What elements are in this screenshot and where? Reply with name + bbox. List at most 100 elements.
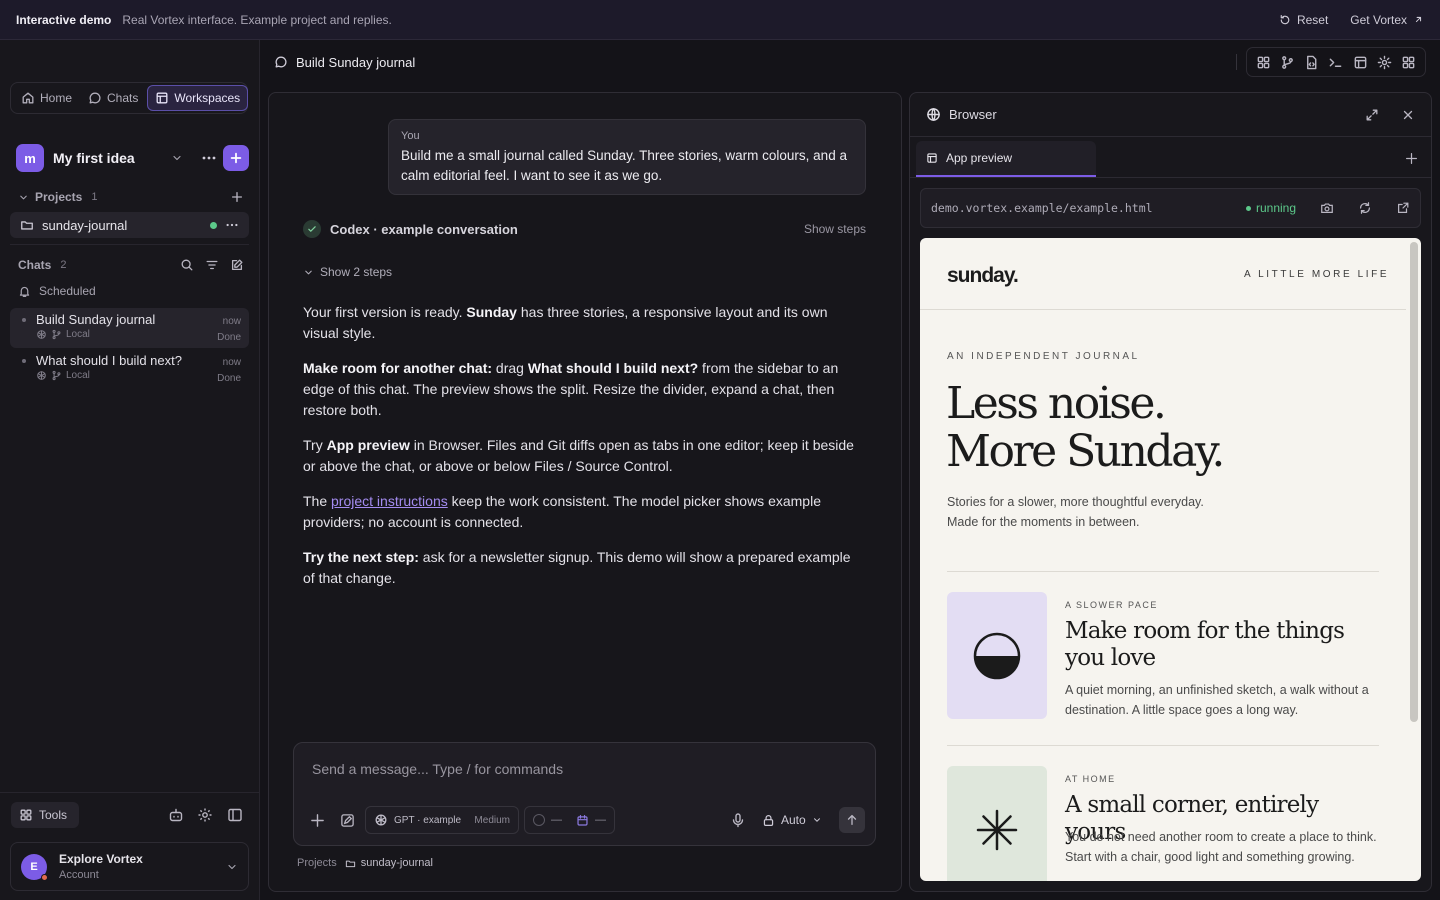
camera-icon[interactable] bbox=[1320, 201, 1334, 215]
unread-dot bbox=[22, 359, 26, 363]
status-badge: running bbox=[1245, 201, 1296, 215]
send-button[interactable] bbox=[839, 807, 865, 833]
new-button[interactable] bbox=[223, 145, 249, 171]
divider bbox=[920, 309, 1406, 310]
apps-icon[interactable] bbox=[1401, 55, 1416, 70]
tab-app-preview[interactable]: App preview bbox=[916, 141, 1096, 177]
site-logo[interactable]: sunday. bbox=[947, 264, 1019, 288]
external-arrow-icon bbox=[1415, 16, 1422, 23]
close-icon[interactable] bbox=[1401, 108, 1415, 122]
layout-icon bbox=[927, 153, 937, 163]
view-toolbar bbox=[1246, 47, 1426, 77]
scrollbar[interactable] bbox=[1410, 242, 1418, 722]
branch-icon bbox=[52, 370, 61, 381]
message-input[interactable]: Send a message... Type / for commands bbox=[312, 761, 563, 777]
url-text[interactable]: demo.vortex.example/example.html bbox=[931, 201, 1153, 215]
openai-icon bbox=[37, 371, 46, 380]
reply-paragraph: Your first version is ready. Sunday has … bbox=[303, 304, 828, 341]
divider bbox=[1236, 54, 1237, 70]
chats-header: Chats 2 bbox=[18, 258, 244, 272]
calendar-icon bbox=[577, 814, 588, 826]
more-icon[interactable] bbox=[225, 218, 239, 232]
edit-box-icon[interactable] bbox=[340, 813, 355, 828]
avatar: E bbox=[21, 853, 48, 881]
new-tab-icon[interactable] bbox=[1405, 152, 1418, 165]
steps-toggle[interactable]: Show 2 steps bbox=[303, 265, 392, 279]
nav-tabs: Home Chats Workspaces bbox=[10, 82, 249, 114]
breadcrumb-root[interactable]: Projects bbox=[297, 857, 337, 869]
open-external-icon[interactable] bbox=[1396, 201, 1410, 215]
address-bar[interactable]: demo.vortex.example/example.html running bbox=[920, 188, 1421, 228]
chat-title: Build Sunday journal bbox=[36, 312, 156, 327]
plus-icon[interactable] bbox=[310, 813, 325, 828]
gear-icon[interactable] bbox=[1377, 55, 1392, 70]
folder-icon bbox=[21, 221, 33, 230]
sidebar: Home Chats Workspaces m My first idea Pr… bbox=[0, 40, 260, 900]
folder-icon bbox=[345, 860, 355, 867]
asterisk-icon bbox=[976, 809, 1018, 850]
divider bbox=[910, 177, 1431, 178]
globe-icon bbox=[927, 108, 940, 121]
git-branch-icon[interactable] bbox=[1280, 55, 1295, 70]
filter-icon[interactable] bbox=[205, 258, 219, 272]
divider bbox=[947, 571, 1379, 572]
page-title: Build Sunday journal bbox=[296, 54, 416, 70]
demo-subtitle: Real Vortex interface. Example project a… bbox=[122, 12, 392, 27]
chat-title: What should I build next? bbox=[36, 353, 182, 368]
search-icon[interactable] bbox=[180, 258, 194, 272]
lock-icon bbox=[763, 814, 774, 826]
tools-button[interactable]: Tools bbox=[11, 802, 79, 828]
terminal-icon[interactable] bbox=[1328, 55, 1343, 70]
bot-icon[interactable] bbox=[168, 807, 184, 823]
sidebar-toggle-icon[interactable] bbox=[227, 807, 243, 823]
layout-icon bbox=[156, 92, 168, 104]
scheduled-item[interactable]: Scheduled bbox=[18, 284, 96, 298]
add-project-icon[interactable] bbox=[230, 190, 244, 204]
microphone-icon[interactable] bbox=[730, 812, 746, 828]
project-instructions-link[interactable]: project instructions bbox=[331, 493, 448, 509]
context-controls[interactable]: — — bbox=[524, 806, 615, 834]
tab-chats[interactable]: Chats bbox=[81, 85, 145, 111]
reset-button[interactable]: Reset bbox=[1279, 13, 1328, 27]
hero-lede: Stories for a slower, more thoughtful ev… bbox=[947, 495, 1204, 529]
account-name: Explore Vortex bbox=[59, 852, 143, 866]
workspace-name: My first idea bbox=[53, 150, 135, 166]
file-code-icon[interactable] bbox=[1304, 55, 1319, 70]
site-tagline: A LITTLE MORE LIFE bbox=[1244, 269, 1390, 280]
message-composer[interactable]: Send a message... Type / for commands GP… bbox=[293, 742, 876, 846]
grid-icon[interactable] bbox=[1256, 55, 1271, 70]
status-dot bbox=[210, 221, 217, 229]
tab-home[interactable]: Home bbox=[14, 85, 79, 111]
refresh-icon[interactable] bbox=[1358, 201, 1372, 215]
chat-item-build-sunday[interactable]: Build Sunday journal Local now Done bbox=[10, 308, 249, 348]
chevron-down-icon[interactable] bbox=[171, 152, 183, 164]
get-vortex-link[interactable]: Get Vortex bbox=[1350, 13, 1424, 27]
reset-icon bbox=[1280, 14, 1290, 24]
browser-header: Browser bbox=[910, 93, 1431, 137]
layout-icon[interactable] bbox=[1353, 55, 1368, 70]
app-preview-frame[interactable]: sunday. A LITTLE MORE LIFE AN INDEPENDEN… bbox=[920, 238, 1421, 881]
show-steps-link[interactable]: Show steps bbox=[804, 222, 866, 236]
more-icon[interactable] bbox=[201, 150, 217, 166]
chat-icon bbox=[89, 92, 101, 104]
compose-icon[interactable] bbox=[230, 258, 244, 272]
expand-icon[interactable] bbox=[1365, 108, 1379, 122]
story-card[interactable]: AT HOME A small corner, entirely yours Y… bbox=[947, 766, 1379, 881]
agent-header: Codex · example conversation Show steps bbox=[303, 219, 866, 239]
chat-item-what-next[interactable]: What should I build next? Local now Done bbox=[10, 349, 249, 389]
demo-title: Interactive demo bbox=[16, 12, 112, 27]
story-title[interactable]: Make room for the things you love bbox=[1065, 618, 1385, 672]
story-desc: A quiet morning, an unfinished sketch, a… bbox=[1065, 683, 1369, 717]
story-image bbox=[947, 766, 1047, 881]
breadcrumb-current[interactable]: sunday-journal bbox=[361, 857, 433, 869]
gear-icon[interactable] bbox=[197, 807, 213, 823]
story-card[interactable]: A SLOWER PACE Make room for the things y… bbox=[947, 592, 1379, 732]
workspace-switcher[interactable]: m My first idea bbox=[16, 144, 249, 172]
account-menu[interactable]: E Explore Vortex Account bbox=[10, 842, 249, 891]
story-image bbox=[947, 592, 1047, 719]
model-picker[interactable]: GPT · example Medium bbox=[365, 806, 519, 834]
chevron-down-icon[interactable] bbox=[18, 192, 29, 203]
tab-workspaces[interactable]: Workspaces bbox=[147, 85, 249, 111]
mode-picker[interactable]: Auto bbox=[762, 813, 822, 827]
project-item[interactable]: sunday-journal bbox=[10, 212, 249, 238]
